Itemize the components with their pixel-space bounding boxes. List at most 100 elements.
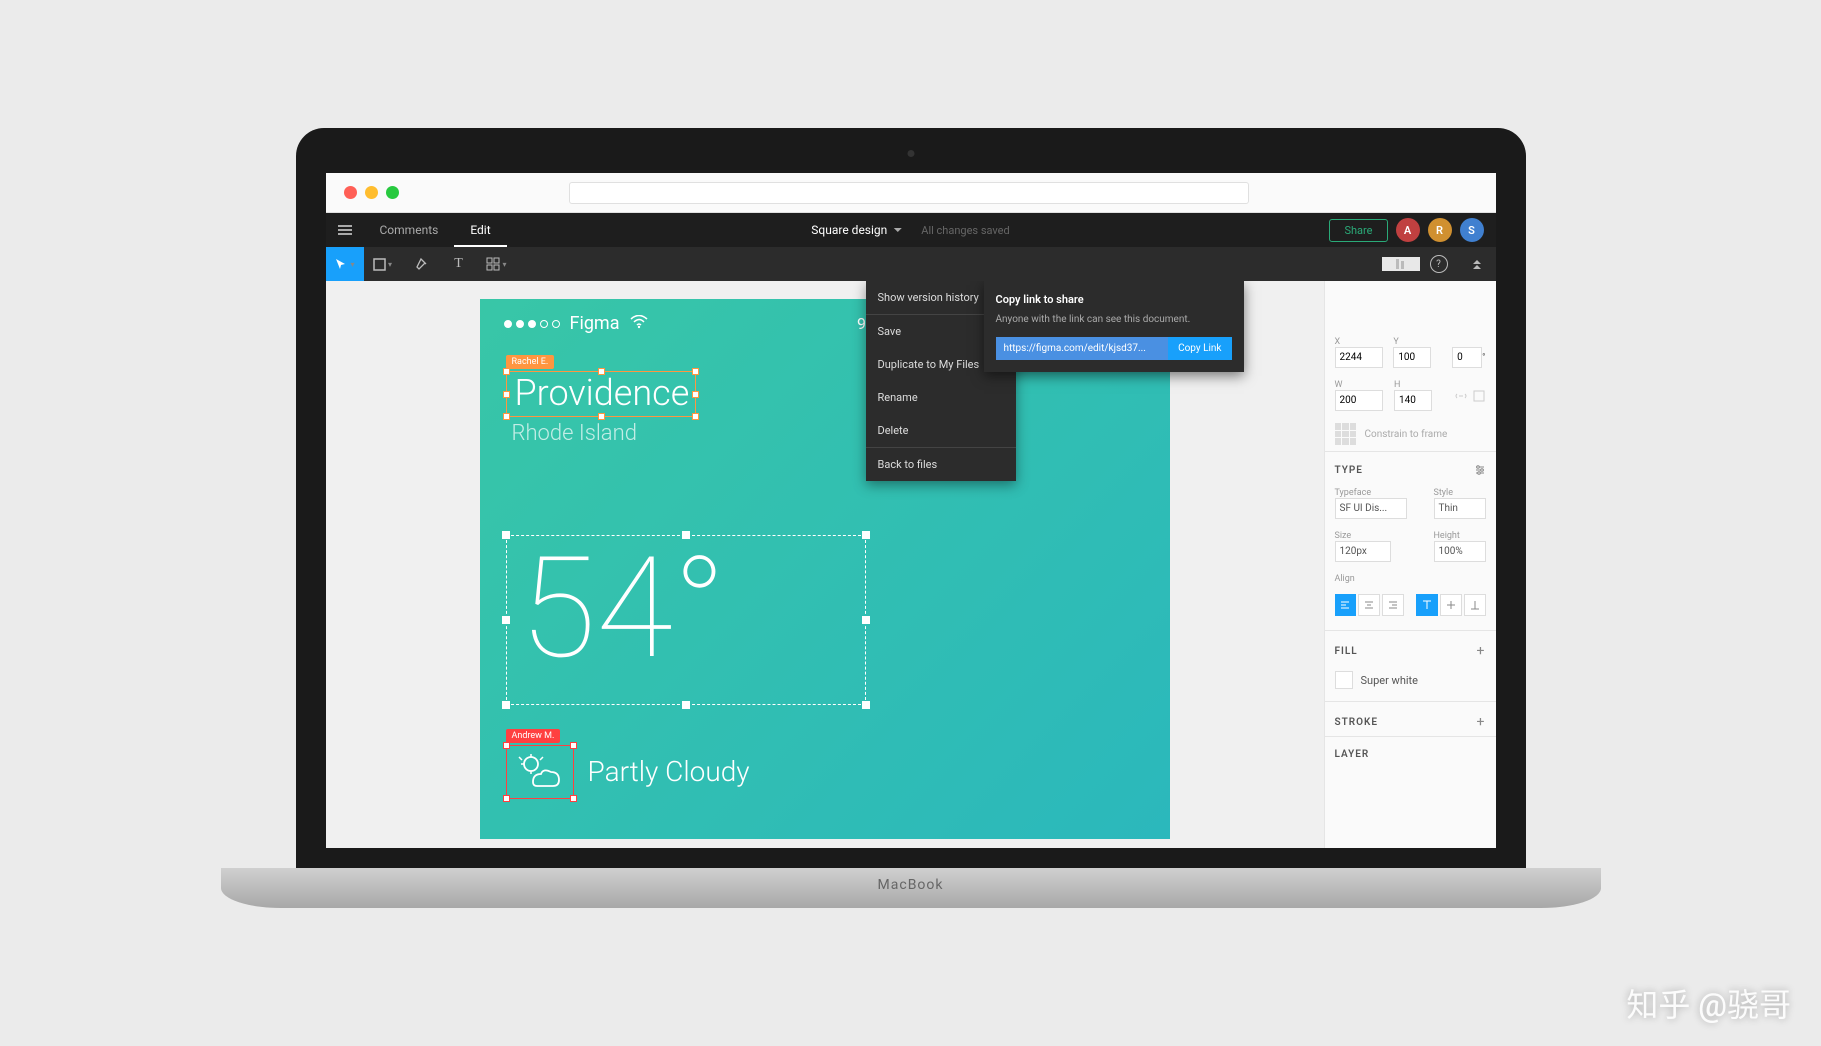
avatar-user-a[interactable]: A xyxy=(1396,218,1420,242)
frame-tool[interactable]: ▾ xyxy=(364,247,402,281)
wifi-icon xyxy=(630,314,648,333)
menu-item-label: Back to files xyxy=(878,458,938,471)
hamburger-icon xyxy=(338,229,352,231)
help-icon: ? xyxy=(1430,255,1448,273)
rotation-input[interactable] xyxy=(1452,347,1482,368)
type-section-header: TYPE xyxy=(1325,452,1496,482)
menu-item-rename[interactable]: Rename xyxy=(866,381,1016,414)
help-button[interactable]: ? xyxy=(1420,255,1458,273)
menu-item-label: Rename xyxy=(878,391,918,404)
add-stroke-button[interactable]: + xyxy=(1477,714,1486,730)
align-row xyxy=(1325,590,1496,620)
avatar-user-r[interactable]: R xyxy=(1428,218,1452,242)
collaborator-tag-andrew: Andrew M. xyxy=(506,729,561,743)
collaborator-tag-rachel: Rachel E. xyxy=(506,355,555,369)
document-title[interactable]: Square design All changes saved xyxy=(811,223,1009,237)
pen-tool[interactable] xyxy=(402,247,440,281)
tool-caret-icon: ▾ xyxy=(502,260,506,269)
signal-dots-icon xyxy=(504,320,560,328)
share-link-row: Copy Link xyxy=(996,337,1232,360)
hamburger-menu-button[interactable] xyxy=(326,213,364,247)
share-button[interactable]: Share xyxy=(1329,219,1387,242)
sliders-icon[interactable] xyxy=(1474,464,1486,476)
chevron-down-icon xyxy=(893,228,901,232)
laptop-brand-label: MacBook xyxy=(878,877,944,893)
fill-color-swatch[interactable] xyxy=(1335,671,1353,689)
align-right-button[interactable] xyxy=(1382,594,1404,616)
tools-toolbar: ▾ ▾ T ▾ xyxy=(326,247,1496,281)
document-title-text: Square design xyxy=(811,223,887,237)
tool-caret-icon: ▾ xyxy=(350,260,354,269)
fill-name: Super white xyxy=(1361,674,1419,687)
main-area: Show version history SaveS Duplicate to … xyxy=(326,281,1496,848)
component-tool[interactable]: ▾ xyxy=(478,247,516,281)
share-area: Share A R S xyxy=(1329,218,1495,242)
height-input[interactable] xyxy=(1394,390,1432,411)
share-link-input[interactable] xyxy=(996,337,1169,360)
laptop-frame: Comments Edit Square design All changes … xyxy=(296,128,1526,918)
move-tool[interactable]: ▾ xyxy=(326,247,364,281)
align-left-button[interactable] xyxy=(1335,594,1357,616)
menu-item-label: Save xyxy=(878,325,902,338)
h-label: H xyxy=(1394,380,1450,390)
window-minimize-button[interactable] xyxy=(365,186,378,199)
w-label: W xyxy=(1335,380,1391,390)
align-center-button[interactable] xyxy=(1358,594,1380,616)
chevrons-up-icon xyxy=(1473,260,1481,269)
avatar-user-s[interactable]: S xyxy=(1460,218,1484,242)
layer-section-header: LAYER xyxy=(1325,737,1496,766)
text-tool[interactable]: T xyxy=(440,247,478,281)
partly-cloudy-icon xyxy=(517,752,561,799)
constrain-icon[interactable] xyxy=(1472,389,1486,403)
menu-item-label: Delete xyxy=(878,424,909,437)
collapse-panel-button[interactable] xyxy=(1458,260,1496,269)
traffic-lights xyxy=(344,186,399,199)
window-close-button[interactable] xyxy=(344,186,357,199)
typeface-select[interactable]: SF UI Dis... xyxy=(1335,498,1407,519)
grid-icon xyxy=(486,257,500,271)
camera-dot xyxy=(907,150,914,157)
screen-bezel: Comments Edit Square design All changes … xyxy=(296,128,1526,868)
window-maximize-button[interactable] xyxy=(386,186,399,199)
state-label: Rhode Island xyxy=(512,421,637,446)
constrain-label: Constrain to frame xyxy=(1365,429,1448,440)
x-input[interactable] xyxy=(1335,347,1383,368)
canvas[interactable]: Show version history SaveS Duplicate to … xyxy=(326,281,1324,848)
constrain-grid-icon[interactable] xyxy=(1335,423,1357,445)
font-style-select[interactable]: Thin xyxy=(1434,498,1486,519)
tab-edit[interactable]: Edit xyxy=(454,213,506,247)
menu-item-back[interactable]: Back to files xyxy=(866,448,1016,481)
x-label: X xyxy=(1335,337,1390,347)
fill-section-header: FILL+ xyxy=(1325,631,1496,665)
artboard-frame[interactable]: Figma 9:41 A 42% xyxy=(480,299,1170,839)
square-icon xyxy=(373,258,386,271)
menu-item-label: Show version history xyxy=(878,291,979,304)
y-input[interactable] xyxy=(1393,347,1431,368)
valign-bottom-button[interactable] xyxy=(1464,594,1486,616)
align-label: Align xyxy=(1335,574,1355,584)
menu-item-delete[interactable]: Delete xyxy=(866,414,1016,447)
link-icon[interactable] xyxy=(1454,389,1468,403)
tab-comments[interactable]: Comments xyxy=(364,213,455,247)
share-popup-title: Copy link to share xyxy=(996,293,1232,306)
valign-middle-button[interactable] xyxy=(1440,594,1462,616)
url-bar[interactable] xyxy=(569,182,1249,204)
align-bars-icon xyxy=(1394,257,1408,271)
cursor-icon xyxy=(334,257,348,271)
copy-link-button[interactable]: Copy Link xyxy=(1168,337,1231,360)
valign-top-button[interactable] xyxy=(1416,594,1438,616)
y-label: Y xyxy=(1393,337,1448,347)
font-size-select[interactable]: 120px xyxy=(1335,541,1391,562)
align-panel-toggle[interactable] xyxy=(1382,257,1420,271)
selection-box-city[interactable]: Providence xyxy=(506,371,696,417)
city-label: Providence xyxy=(507,372,695,414)
carrier-label: Figma xyxy=(570,313,620,334)
browser-chrome xyxy=(326,173,1496,213)
share-popup: Copy link to share Anyone with the link … xyxy=(984,281,1244,372)
line-height-select[interactable]: 100% xyxy=(1434,541,1486,562)
add-fill-button[interactable]: + xyxy=(1477,643,1486,659)
app-topbar: Comments Edit Square design All changes … xyxy=(326,213,1496,247)
width-input[interactable] xyxy=(1335,390,1383,411)
watermark: 知乎 @骁哥 xyxy=(1626,980,1791,1026)
selection-box-icon[interactable] xyxy=(506,745,574,799)
